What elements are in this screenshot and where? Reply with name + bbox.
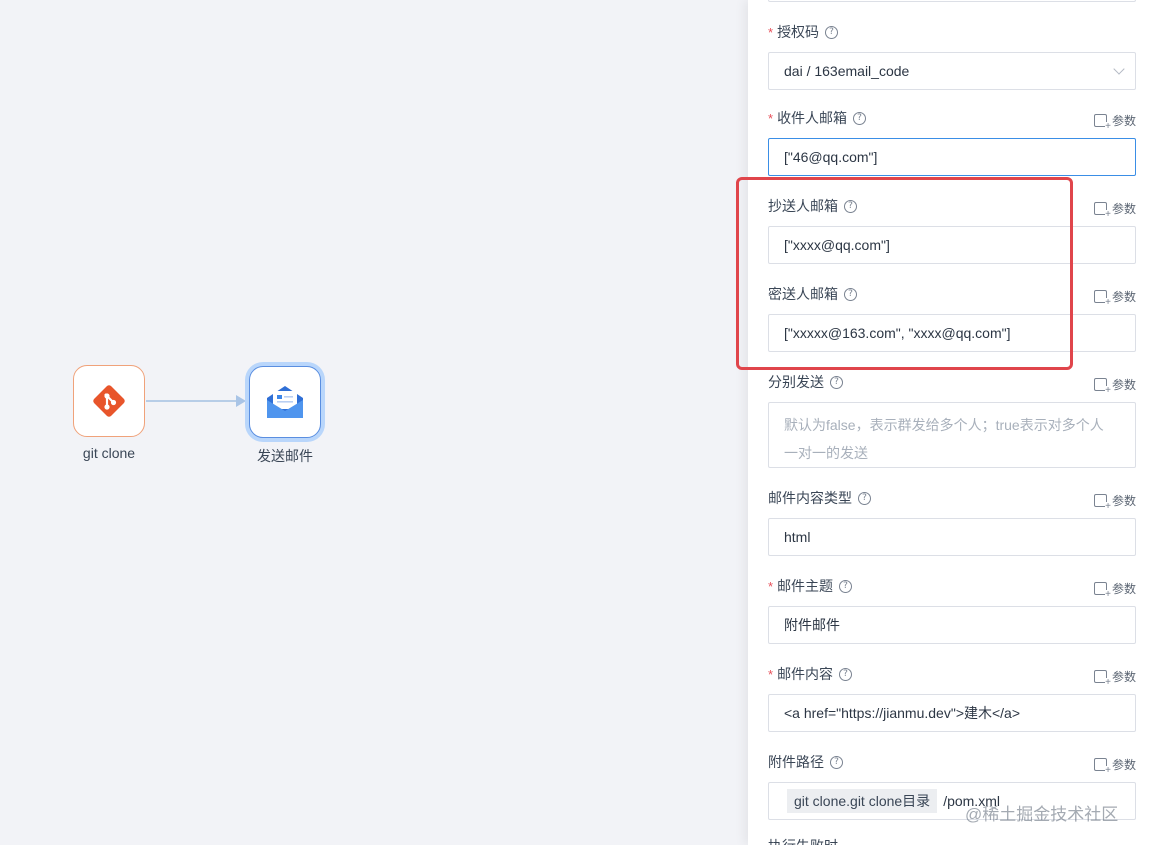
pipeline-canvas[interactable]: git clone 发送邮件 bbox=[0, 0, 748, 845]
select-value: dai / 163email_code bbox=[784, 63, 910, 79]
help-icon[interactable]: ? bbox=[858, 491, 871, 505]
chevron-down-icon bbox=[1113, 63, 1125, 75]
param-label: 参数 bbox=[1111, 758, 1136, 772]
field-separate: 分别发送 ? 参数 默认为false，表示群发给多个人；true表示对多个人 一… bbox=[768, 372, 1136, 468]
input-value: ["xxxxx@163.com", "xxxx@qq.com"] bbox=[784, 325, 1011, 341]
content-type-input[interactable]: html bbox=[768, 518, 1136, 556]
param-add-icon bbox=[1093, 494, 1111, 512]
required-mark: * bbox=[768, 110, 774, 126]
field-attachment: 附件路径 ? 参数 git clone.git clone目录 /pom.xml bbox=[768, 752, 1136, 820]
field-header: 抄送人邮箱 ? 参数 bbox=[768, 196, 1136, 220]
field-label: 密送人邮箱 bbox=[768, 286, 838, 302]
input-value: ["46@qq.com"] bbox=[784, 149, 878, 165]
param-button[interactable]: 参数 bbox=[1093, 200, 1136, 220]
param-label: 参数 bbox=[1111, 494, 1136, 508]
field-header: 密送人邮箱 ? 参数 bbox=[768, 284, 1136, 308]
field-header: * 收件人邮箱 ? 参数 bbox=[768, 108, 1136, 132]
separate-textarea[interactable]: 默认为false，表示群发给多个人；true表示对多个人 一对一的发送 bbox=[768, 402, 1136, 468]
param-label: 参数 bbox=[1111, 202, 1136, 216]
node-mail-box[interactable] bbox=[249, 366, 321, 438]
param-label: 参数 bbox=[1111, 582, 1136, 596]
field-header: * 邮件主题 ? 参数 bbox=[768, 576, 1136, 600]
param-add-icon bbox=[1093, 378, 1111, 396]
input-value: 附件邮件 bbox=[784, 617, 840, 633]
node-config-panel: * 授权码 ? dai / 163email_code * 收件人邮箱 ? 参数… bbox=[748, 0, 1150, 845]
field-subject: * 邮件主题 ? 参数 附件邮件 bbox=[768, 576, 1136, 644]
help-icon[interactable]: ? bbox=[853, 111, 867, 125]
node-label-git: git clone bbox=[82, 445, 136, 461]
input-value: ["xxxx@qq.com"] bbox=[784, 237, 890, 253]
param-label: 参数 bbox=[1111, 290, 1136, 304]
previous-input-edge bbox=[768, 0, 1136, 2]
param-label: 参数 bbox=[1111, 670, 1136, 684]
field-label: 邮件主题 bbox=[777, 578, 834, 594]
placeholder-line: 一对一的发送 bbox=[784, 445, 868, 461]
param-button[interactable]: 参数 bbox=[1093, 492, 1136, 512]
node-send-mail[interactable]: 发送邮件 bbox=[249, 366, 321, 464]
param-add-icon bbox=[1093, 114, 1111, 132]
field-label-partial: 执行失败时 bbox=[768, 836, 838, 845]
placeholder-line: 默认为false，表示群发给多个人；true表示对多个人 bbox=[784, 417, 1104, 433]
help-icon[interactable]: ? bbox=[839, 667, 853, 681]
subject-input[interactable]: 附件邮件 bbox=[768, 606, 1136, 644]
input-value: <a href="https://jianmu.dev">建木</a> bbox=[784, 705, 1021, 721]
param-add-icon bbox=[1093, 290, 1111, 308]
required-mark: * bbox=[768, 578, 774, 594]
field-content-type: 邮件内容类型 ? 参数 html bbox=[768, 488, 1136, 556]
required-mark: * bbox=[768, 666, 774, 682]
edge-arrow bbox=[236, 395, 246, 407]
field-content: * 邮件内容 ? 参数 <a href="https://jianmu.dev"… bbox=[768, 664, 1136, 732]
param-add-icon bbox=[1093, 670, 1111, 688]
field-header: * 邮件内容 ? 参数 bbox=[768, 664, 1136, 688]
help-icon[interactable]: ? bbox=[830, 755, 843, 769]
field-cc: 抄送人邮箱 ? 参数 ["xxxx@qq.com"] bbox=[768, 196, 1136, 264]
field-label: 抄送人邮箱 bbox=[768, 198, 838, 214]
param-button[interactable]: 参数 bbox=[1093, 756, 1136, 776]
git-icon bbox=[93, 385, 125, 417]
field-header: * 授权码 ? bbox=[768, 22, 1136, 42]
param-button[interactable]: 参数 bbox=[1093, 580, 1136, 600]
node-label-mail: 发送邮件 bbox=[257, 448, 313, 464]
field-label: 邮件内容类型 bbox=[768, 490, 852, 506]
field-label: 分别发送 bbox=[768, 374, 824, 390]
input-value: html bbox=[784, 529, 811, 545]
field-receiver: * 收件人邮箱 ? 参数 ["46@qq.com"] bbox=[768, 108, 1136, 176]
param-button[interactable]: 参数 bbox=[1093, 668, 1136, 688]
param-add-icon bbox=[1093, 582, 1111, 600]
help-icon[interactable]: ? bbox=[825, 25, 839, 39]
param-label: 参数 bbox=[1111, 114, 1136, 128]
watermark: @稀土掘金技术社区 bbox=[965, 805, 1119, 824]
mail-icon bbox=[267, 386, 303, 418]
textarea-placeholder: 默认为false，表示群发给多个人；true表示对多个人 一对一的发送 bbox=[784, 411, 1104, 467]
field-header: 分别发送 ? 参数 bbox=[768, 372, 1136, 396]
help-icon[interactable]: ? bbox=[830, 375, 843, 389]
field-label: 附件路径 bbox=[768, 754, 824, 770]
param-label: 参数 bbox=[1111, 378, 1136, 392]
param-button[interactable]: 参数 bbox=[1093, 288, 1136, 308]
param-add-icon bbox=[1093, 202, 1111, 220]
field-auth-code: * 授权码 ? dai / 163email_code bbox=[768, 22, 1136, 90]
help-icon[interactable]: ? bbox=[844, 199, 857, 213]
bcc-input[interactable]: ["xxxxx@163.com", "xxxx@qq.com"] bbox=[768, 314, 1136, 352]
edge-line bbox=[146, 400, 242, 402]
help-icon[interactable]: ? bbox=[844, 287, 857, 301]
node-git-clone[interactable]: git clone bbox=[73, 365, 145, 461]
param-button[interactable]: 参数 bbox=[1093, 376, 1136, 396]
param-button[interactable]: 参数 bbox=[1093, 112, 1136, 132]
auth-code-select[interactable]: dai / 163email_code bbox=[768, 52, 1136, 90]
field-bcc: 密送人邮箱 ? 参数 ["xxxxx@163.com", "xxxx@qq.co… bbox=[768, 284, 1136, 352]
cc-input[interactable]: ["xxxx@qq.com"] bbox=[768, 226, 1136, 264]
param-add-icon bbox=[1093, 758, 1111, 776]
param-tag[interactable]: git clone.git clone目录 bbox=[787, 789, 938, 813]
field-header: 邮件内容类型 ? 参数 bbox=[768, 488, 1136, 512]
node-git-box[interactable] bbox=[73, 365, 145, 437]
field-label: 收件人邮箱 bbox=[777, 110, 848, 126]
content-input[interactable]: <a href="https://jianmu.dev">建木</a> bbox=[768, 694, 1136, 732]
field-header: 附件路径 ? 参数 bbox=[768, 752, 1136, 776]
help-icon[interactable]: ? bbox=[839, 579, 853, 593]
receiver-input[interactable]: ["46@qq.com"] bbox=[768, 138, 1136, 176]
required-mark: * bbox=[768, 24, 774, 40]
field-label: 邮件内容 bbox=[777, 666, 834, 682]
field-label: 授权码 bbox=[777, 24, 820, 40]
